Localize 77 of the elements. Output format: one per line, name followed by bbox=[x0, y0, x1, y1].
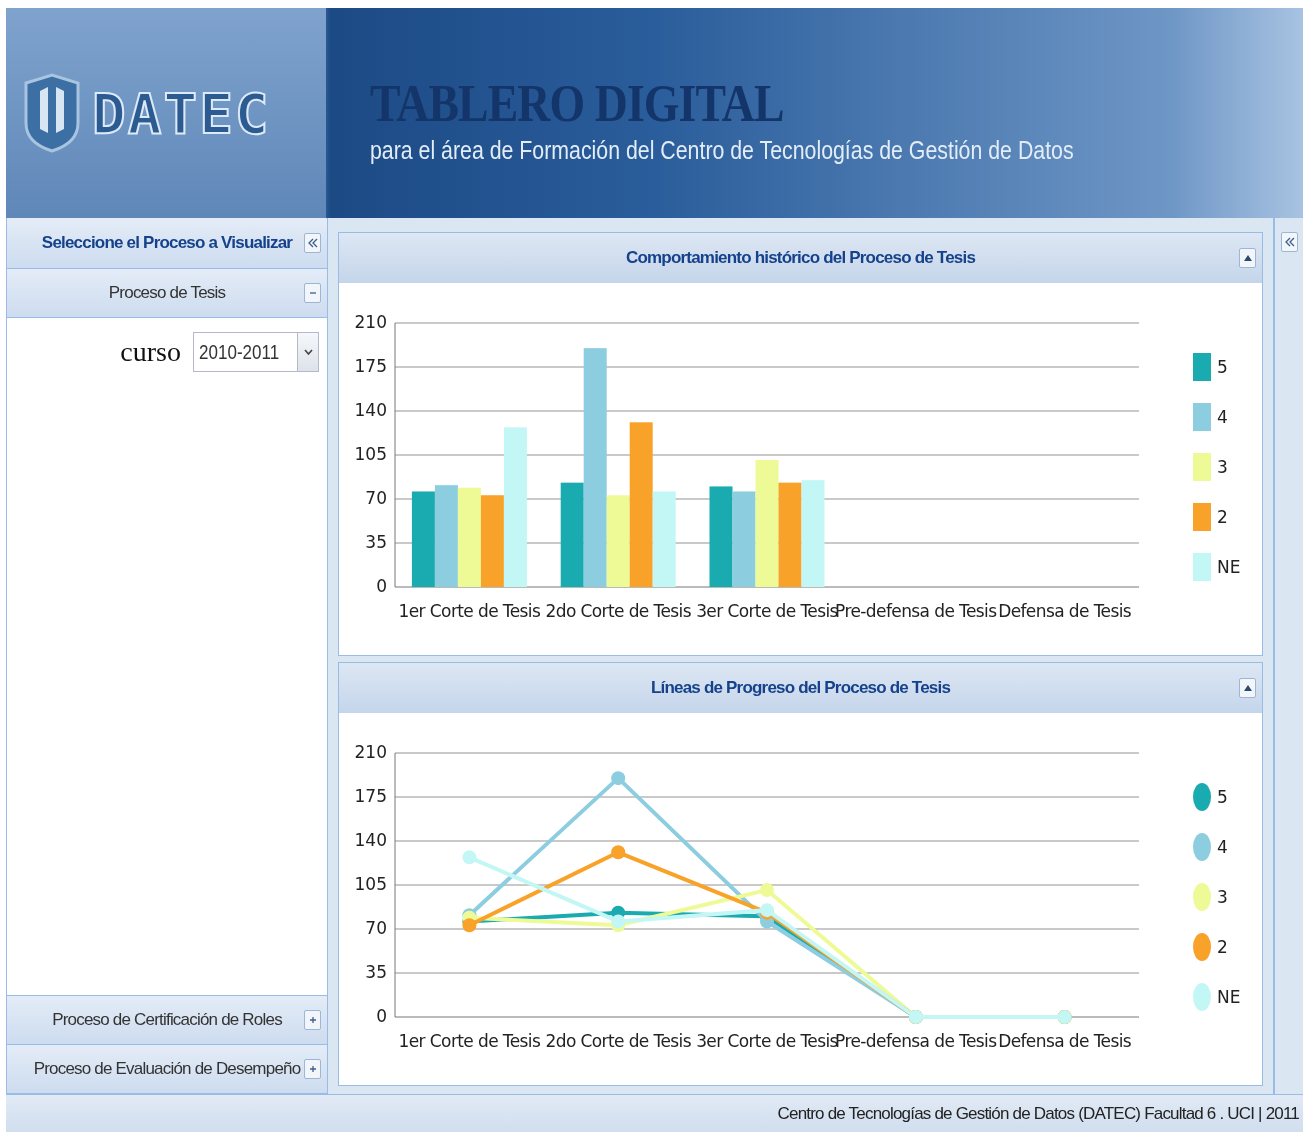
panel-title: Comportamiento histórico del Proceso de Tesis bbox=[625, 248, 976, 268]
axis-category-label: Pre-defensa de Tesis bbox=[835, 1031, 997, 1051]
axis-tick-label: 70 bbox=[365, 918, 387, 938]
panel-title: Líneas de Progreso del Proceso de Tesis bbox=[650, 678, 951, 698]
collapse-panel-button[interactable] bbox=[1239, 678, 1256, 698]
axis-tick-label: 105 bbox=[354, 874, 387, 894]
legend-marker bbox=[1193, 833, 1211, 861]
footer-text: Centro de Tecnologías de Gestión de Datos (DATEC) Facultad 6 . UCI | 2011 bbox=[777, 1103, 1299, 1124]
axis-tick-label: 0 bbox=[376, 576, 387, 596]
legend-swatch bbox=[1193, 503, 1211, 531]
legend-swatch bbox=[1193, 553, 1211, 581]
axis-tick-label: 210 bbox=[354, 742, 387, 762]
expand-panel-button[interactable] bbox=[1281, 232, 1298, 252]
axis-category-label: 1er Corte de Tesis bbox=[398, 601, 541, 621]
legend-label: NE bbox=[1217, 557, 1241, 577]
axis-category-label: 1er Corte de Tesis bbox=[398, 1031, 541, 1051]
legend-marker bbox=[1193, 983, 1211, 1011]
axis-category-label: 2do Corte de Tesis bbox=[545, 601, 691, 621]
plus-icon bbox=[307, 1015, 318, 1025]
axis-tick-label: 105 bbox=[354, 444, 387, 464]
legend-label: 5 bbox=[1217, 787, 1228, 807]
section-title: Proceso de Certificación de Roles bbox=[52, 1010, 282, 1030]
data-point bbox=[760, 883, 774, 898]
legend-label: NE bbox=[1217, 987, 1241, 1007]
sidebar-title: Seleccione el Proceso a Visualizar bbox=[41, 233, 293, 253]
section-title: Proceso de Evaluación de Desempeño bbox=[33, 1059, 301, 1079]
field-label: curso bbox=[120, 336, 181, 368]
legend-label: 3 bbox=[1217, 457, 1228, 477]
axis-tick-label: 35 bbox=[365, 532, 387, 552]
data-point bbox=[611, 845, 626, 860]
legend-label: 3 bbox=[1217, 887, 1228, 907]
app-subtitle: para el área de Formación del Centro de Tecnologías de Gestión de Datos bbox=[370, 135, 1074, 166]
axis-tick-label: 140 bbox=[354, 830, 387, 850]
axis-tick-label: 35 bbox=[365, 962, 387, 982]
double-chevron-icon bbox=[1284, 237, 1295, 247]
axis-category-label: 2do Corte de Tesis bbox=[545, 1031, 691, 1051]
data-point bbox=[611, 914, 626, 929]
axis-category-label: 3er Corte de Tesis bbox=[696, 1031, 838, 1051]
expand-section-button[interactable] bbox=[304, 1010, 321, 1030]
axis-tick-label: 175 bbox=[354, 356, 387, 376]
legend-marker bbox=[1193, 783, 1211, 811]
accordion-header[interactable]: Proceso de Certificación de Roles bbox=[7, 996, 327, 1045]
axis-tick-label: 210 bbox=[354, 312, 387, 332]
axis-tick-label: 175 bbox=[354, 786, 387, 806]
triangle-up-icon bbox=[1243, 685, 1252, 691]
axis-category-label: 3er Corte de Tesis bbox=[696, 601, 838, 621]
legend-label: 2 bbox=[1217, 507, 1228, 527]
axis-tick-label: 140 bbox=[354, 400, 387, 420]
axis-category-label: Pre-defensa de Tesis bbox=[835, 601, 997, 621]
collapse-panel-button[interactable] bbox=[1239, 248, 1256, 268]
expand-section-button[interactable] bbox=[304, 1059, 321, 1079]
axis-category-label: Defensa de Tesis bbox=[998, 1031, 1132, 1051]
plus-icon bbox=[307, 1064, 318, 1074]
collapse-button[interactable] bbox=[304, 233, 321, 253]
collapse-section-button[interactable] bbox=[304, 283, 321, 303]
axis-tick-label: 0 bbox=[376, 1006, 387, 1026]
axis-category-label: Defensa de Tesis bbox=[998, 601, 1132, 621]
legend-swatch bbox=[1193, 453, 1211, 481]
data-point bbox=[462, 918, 477, 933]
legend-label: 2 bbox=[1217, 937, 1228, 957]
legend-label: 5 bbox=[1217, 357, 1228, 377]
accordion-header[interactable]: Proceso de Tesis bbox=[7, 269, 327, 318]
section-title: Proceso de Tesis bbox=[108, 283, 226, 303]
legend-swatch bbox=[1193, 353, 1211, 381]
data-point bbox=[611, 771, 626, 786]
triangle-up-icon bbox=[1243, 255, 1252, 261]
logo-text: DATEC bbox=[92, 80, 271, 146]
accordion-header[interactable]: Proceso de Evaluación de Desempeño bbox=[7, 1045, 327, 1094]
double-chevron-icon bbox=[307, 238, 318, 248]
legend-marker bbox=[1193, 883, 1211, 911]
legend-swatch bbox=[1193, 403, 1211, 431]
legend-label: 4 bbox=[1217, 407, 1228, 427]
legend-label: 4 bbox=[1217, 837, 1228, 857]
axis-tick-label: 70 bbox=[365, 488, 387, 508]
legend-marker bbox=[1193, 933, 1211, 961]
data-point bbox=[462, 850, 477, 865]
year-dropdown[interactable]: 2010-2011 bbox=[193, 332, 319, 372]
